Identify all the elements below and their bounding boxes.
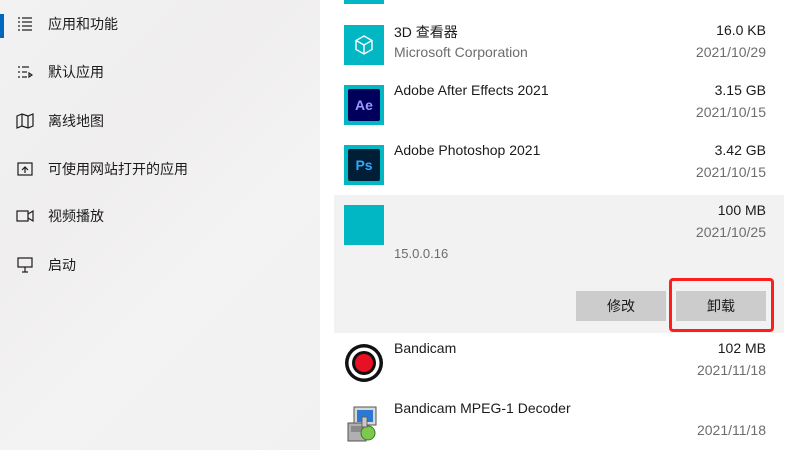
generic-app-icon [344,205,384,245]
sidebar-item-label: 离线地图 [48,113,104,129]
startup-icon [16,256,34,274]
sidebar-item-apps-features[interactable]: 应用和功能 [0,4,320,44]
default-apps-icon [16,63,34,81]
app-date: 2021/10/25 [695,224,766,240]
app-list: 3D 查看器 Microsoft Corporation 16.0 KB 202… [320,0,800,450]
app-name: Adobe Photoshop 2021 [394,142,541,158]
video-icon [16,207,34,225]
app-date: 2021/10/15 [695,104,766,120]
app-row-bandicam[interactable]: Bandicam 102 MB 2021/11/18 [334,333,784,393]
photoshop-icon: Ps [344,145,384,185]
app-row-photoshop[interactable]: Ps Adobe Photoshop 2021 3.42 GB 2021/10/… [334,135,784,195]
app-size: 100 MB [717,202,766,218]
app-date: 2021/10/29 [695,44,766,60]
sidebar-item-web-apps[interactable]: 可使用网站打开的应用 [0,149,320,189]
app-name: Adobe After Effects 2021 [394,82,549,98]
partial-app-icon [344,0,384,4]
apps-list-icon [16,15,34,33]
sidebar-item-offline-maps[interactable]: 离线地图 [0,101,320,141]
app-row-bandicam-decoder[interactable]: Bandicam MPEG-1 Decoder 2021/11/18 [334,393,784,453]
app-name: Bandicam MPEG-1 Decoder [394,400,571,416]
after-effects-icon: Ae [344,85,384,125]
bandicam-icon [344,343,384,383]
active-indicator [0,14,4,38]
sidebar-item-startup[interactable]: 启动 [0,245,320,285]
installer-icon [344,403,384,443]
sidebar-item-label: 可使用网站打开的应用 [48,161,188,177]
app-date: 2021/10/15 [695,164,766,180]
app-size: 3.15 GB [714,82,766,98]
app-date: 2021/11/18 [696,422,766,438]
app-name: 3D 查看器 [394,24,458,40]
sidebar-item-label: 应用和功能 [48,16,118,32]
sidebar-item-label: 启动 [48,257,76,273]
web-apps-icon [16,160,34,178]
sidebar-item-label: 默认应用 [48,64,104,80]
app-row-after-effects[interactable]: Ae Adobe After Effects 2021 3.15 GB 2021… [334,75,784,135]
app-size: 3.42 GB [714,142,766,158]
app-row-3d-viewer[interactable]: 3D 查看器 Microsoft Corporation 16.0 KB 202… [334,15,784,75]
app-date: 2021/11/18 [696,362,766,378]
app-version: 15.0.0.16 [394,246,449,261]
sidebar-item-label: 视频播放 [48,208,104,224]
settings-sidebar: 应用和功能 默认应用 离线地图 可使用网站打开的应用 视频播放 启动 [0,0,320,450]
uninstall-highlight-box [669,278,774,332]
app-size: 16.0 KB [716,22,766,38]
3d-viewer-icon [344,25,384,65]
sidebar-item-video-playback[interactable]: 视频播放 [0,196,320,236]
after-effects-logo-text: Ae [355,97,373,113]
modify-button[interactable]: 修改 [576,291,666,321]
sidebar-item-default-apps[interactable]: 默认应用 [0,52,320,92]
map-icon [16,112,34,130]
photoshop-logo-text: Ps [355,157,373,173]
app-size: 102 MB [717,340,766,356]
app-name: Bandicam [394,340,457,356]
app-publisher: Microsoft Corporation [394,44,528,60]
